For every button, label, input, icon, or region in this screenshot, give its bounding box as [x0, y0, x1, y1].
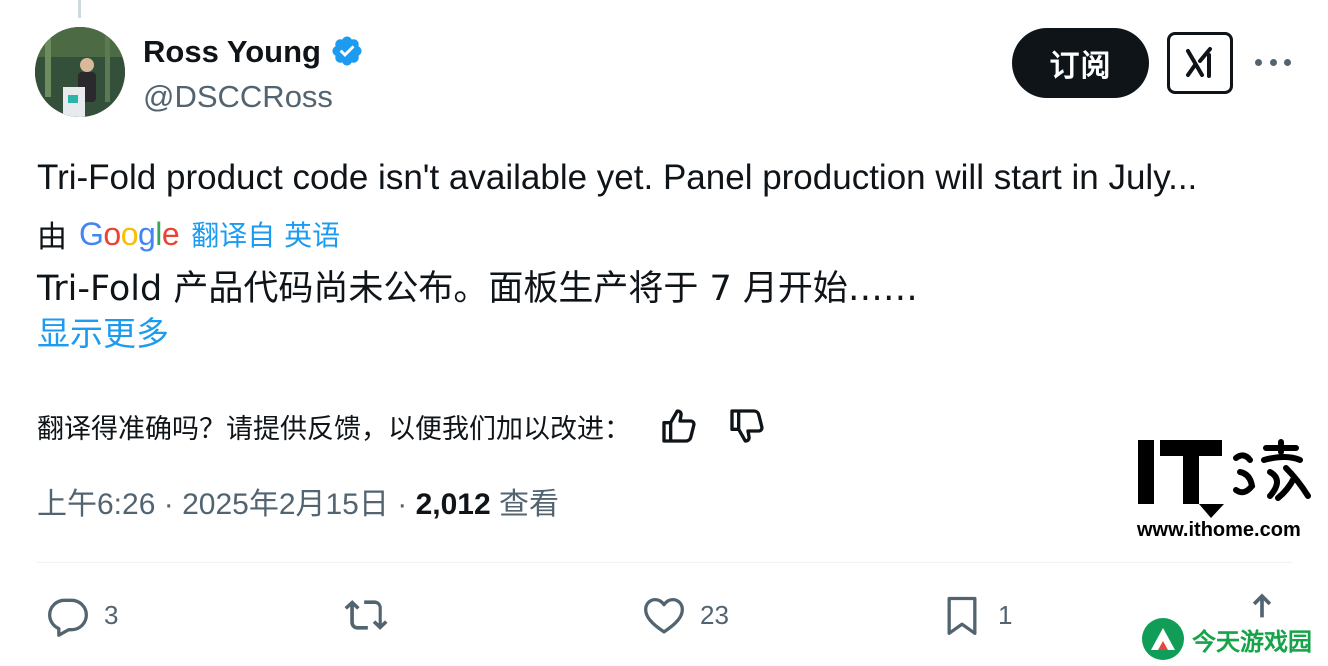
translated-text: Tri-Fold 产品代码尚未公布。面板生产将于 7 月开始……	[37, 269, 918, 309]
heart-icon	[644, 597, 684, 634]
tweet-date[interactable]: 2025年2月15日	[182, 488, 389, 521]
more-dot	[1255, 58, 1262, 66]
like-count: 23	[700, 599, 729, 630]
tweet-meta: 上午6:26 · 2025年2月15日 · 2,012 查看	[37, 484, 559, 526]
bookmark-icon	[947, 596, 977, 635]
more-dot	[1269, 58, 1277, 66]
more-dot	[1284, 58, 1291, 66]
translated-by-prefix: 由	[37, 220, 67, 255]
retweet-icon	[344, 600, 388, 630]
retweet-button[interactable]	[344, 590, 388, 640]
bookmark-button[interactable]: 1	[940, 590, 1012, 640]
feedback-prompt: 翻译得准确吗？请提供反馈，以便我们加以改进：	[37, 413, 631, 445]
subscribe-button[interactable]: 订阅	[1012, 28, 1149, 98]
author-handle[interactable]: @DSCCRoss	[143, 78, 333, 116]
meta-separator: ·	[163, 488, 174, 521]
grok-button[interactable]	[1167, 32, 1233, 94]
tweet-time[interactable]: 上午6:26	[37, 488, 155, 521]
google-logo: Google	[79, 215, 180, 252]
thumbs-up-icon[interactable]	[659, 406, 699, 446]
avatar[interactable]	[35, 27, 125, 117]
views-label: 查看	[498, 488, 559, 521]
divider	[37, 562, 1293, 563]
game-site-logo	[1142, 618, 1184, 660]
tweet-text: Tri-Fold product code isn't available ye…	[37, 158, 1198, 197]
game-site-watermark: 今天游戏园	[1140, 616, 1312, 662]
show-more-link[interactable]: 显示更多	[37, 312, 169, 356]
game-site-text: 今天游戏园	[1192, 627, 1312, 656]
translation-feedback: 翻译得准确吗？请提供反馈，以便我们加以改进：	[37, 404, 767, 448]
author-name[interactable]: Ross Young	[143, 32, 321, 72]
meta-separator: ·	[397, 488, 408, 521]
reply-count: 3	[104, 599, 119, 630]
more-icon[interactable]	[1255, 47, 1291, 77]
thread-line	[78, 0, 81, 18]
like-button[interactable]: 23	[642, 590, 729, 640]
grok-icon	[1186, 47, 1212, 78]
translated-from-link[interactable]: 翻译自 英语	[191, 214, 340, 254]
avatar-photo	[35, 27, 125, 117]
translation-attribution: 由 Google 翻译自 英语	[37, 212, 340, 256]
bookmark-count: 1	[998, 599, 1013, 630]
ithome-watermark-text: www.ithome.com	[1137, 519, 1301, 541]
reply-icon	[48, 598, 88, 637]
reply-button[interactable]: 3	[46, 590, 118, 640]
verified-badge-icon	[332, 36, 362, 66]
views-count: 2,012	[415, 488, 491, 521]
thumbs-down-icon[interactable]	[727, 406, 767, 446]
